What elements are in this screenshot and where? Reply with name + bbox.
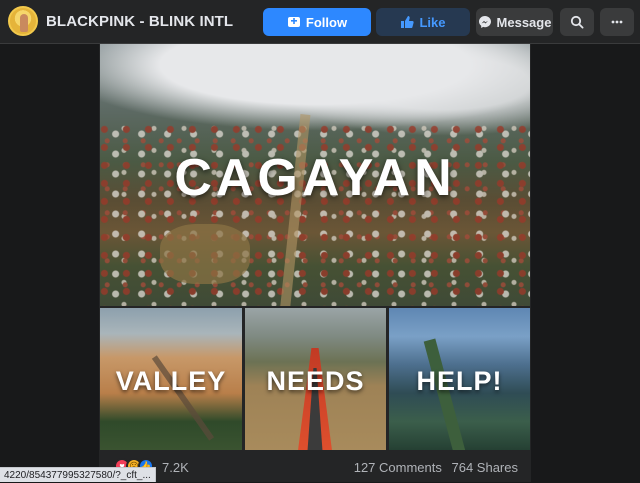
post-stats: 127 Comments 764 Shares <box>348 460 518 475</box>
follow-button[interactable]: Follow <box>263 8 371 36</box>
main-image-text: CAGAYAN <box>174 149 456 207</box>
browser-status-url: 4220/854377995327580/?_cft_... <box>0 467 156 482</box>
message-label: Message <box>496 14 552 30</box>
tile-3-text: HELP! <box>416 366 503 396</box>
messenger-icon <box>478 16 491 28</box>
like-label: Like <box>419 14 446 30</box>
post-image-tile-2[interactable]: NEEDS <box>245 308 386 450</box>
reaction-count[interactable]: 7.2K <box>162 460 189 475</box>
tile-2-text: NEEDS <box>266 366 365 396</box>
post-footer: ♥ ☹ 👍 7.2K 127 Comments 764 Shares <box>100 452 530 482</box>
search-icon <box>570 15 584 29</box>
search-button[interactable] <box>560 8 594 36</box>
like-page-button[interactable]: Like <box>376 8 470 36</box>
thumbs-up-icon <box>401 16 415 28</box>
page-header: BLACKPINK - BLINK INTL Follow Like Messa… <box>0 0 640 44</box>
comments-count[interactable]: 127 Comments <box>354 460 442 475</box>
post-image-tile-1[interactable]: VALLEY <box>100 308 242 450</box>
page-avatar[interactable] <box>8 6 38 36</box>
flood-water-graphic <box>160 224 250 284</box>
post-image-tile-3[interactable]: HELP! <box>389 308 530 450</box>
shares-count[interactable]: 764 Shares <box>452 460 519 475</box>
more-icon <box>611 20 623 24</box>
message-button[interactable]: Message <box>476 8 553 36</box>
page-name[interactable]: BLACKPINK - BLINK INTL <box>46 13 233 30</box>
tile-1-text: VALLEY <box>115 366 227 396</box>
follow-icon <box>287 17 300 27</box>
follow-label: Follow <box>305 14 348 30</box>
more-options-button[interactable] <box>600 8 634 36</box>
